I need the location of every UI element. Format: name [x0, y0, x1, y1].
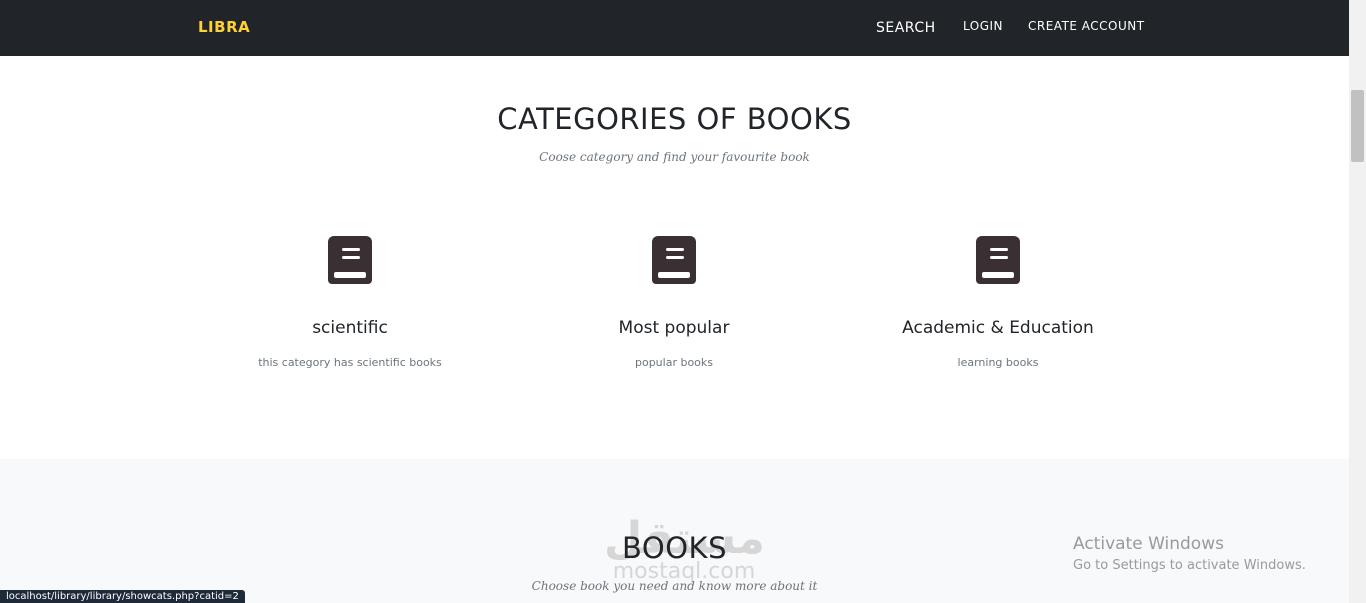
- categories-section: CATEGORIES OF BOOKS Coose category and f…: [0, 56, 1349, 459]
- book-icon: [652, 236, 696, 284]
- categories-title: CATEGORIES OF BOOKS: [497, 102, 852, 136]
- book-icon: [976, 236, 1020, 284]
- book-icon: [328, 236, 372, 284]
- activation-message: Go to Settings to activate Windows.: [1073, 558, 1306, 573]
- scrollbar-thumb[interactable]: [1351, 90, 1364, 162]
- windows-activation-notice: Activate Windows Go to Settings to activ…: [1073, 534, 1306, 573]
- nav-link-create-account[interactable]: CREATE ACCOUNT: [1028, 19, 1145, 33]
- category-card-scientific[interactable]: scientific this category has scientific …: [188, 236, 512, 369]
- status-bar-url: localhost/library/library/showcats.php?c…: [0, 590, 245, 603]
- category-card-academic-education[interactable]: Academic & Education learning books: [836, 236, 1160, 369]
- brand-logo[interactable]: LIBRA: [198, 18, 250, 36]
- category-description: learning books: [957, 356, 1039, 369]
- category-card-most-popular[interactable]: Most popular popular books: [512, 236, 836, 369]
- categories-subtitle: Coose category and find your favourite b…: [539, 150, 810, 164]
- category-name[interactable]: Academic & Education: [836, 318, 1160, 338]
- category-description: popular books: [634, 356, 714, 369]
- category-description: this category has scientific books: [258, 356, 442, 369]
- activation-title: Activate Windows: [1073, 534, 1224, 554]
- nav-link-login[interactable]: LOGIN: [963, 19, 1003, 33]
- vertical-scrollbar[interactable]: [1349, 0, 1366, 603]
- nav-link-search[interactable]: SEARCH: [876, 20, 936, 36]
- category-name[interactable]: Most popular: [512, 318, 836, 338]
- category-name[interactable]: scientific: [188, 318, 512, 338]
- navbar: LIBRA SEARCH LOGIN CREATE ACCOUNT: [0, 0, 1349, 56]
- books-section: مستقل mostaql.com BOOKS Choose book you …: [0, 459, 1349, 603]
